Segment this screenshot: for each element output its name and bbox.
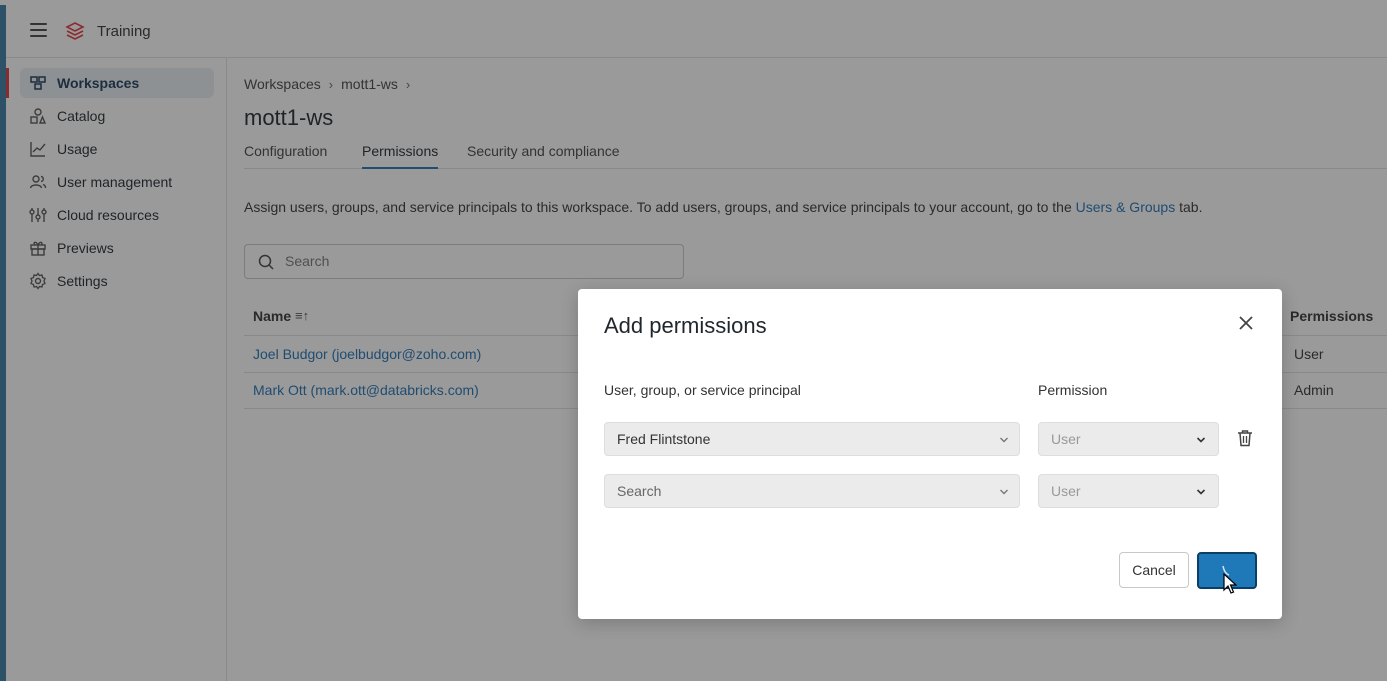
mouse-cursor-icon — [1223, 573, 1237, 594]
principal-select[interactable]: Fred Flintstone — [604, 422, 1020, 456]
permission-select-value: User — [1051, 483, 1081, 499]
permission-select-value: User — [1051, 431, 1081, 447]
chevron-down-icon — [1196, 489, 1206, 495]
principal-search-select[interactable]: Search — [604, 474, 1020, 508]
add-button-loading[interactable] — [1197, 552, 1257, 594]
trash-icon[interactable] — [1237, 429, 1253, 447]
add-permissions-dialog: Add permissions User, group, or service … — [578, 289, 1282, 619]
app-root: Training Workspaces Catalog Usage User m… — [0, 0, 1387, 681]
dialog-title: Add permissions — [604, 313, 767, 338]
principal-select-value: Fred Flintstone — [617, 431, 711, 447]
chevron-down-icon — [1000, 489, 1008, 495]
cancel-button[interactable]: Cancel — [1119, 552, 1189, 588]
principal-search-placeholder: Search — [617, 483, 662, 499]
permission-select[interactable]: User — [1038, 474, 1219, 508]
permission-column-label: Permission — [1038, 382, 1108, 398]
chevron-down-icon — [1000, 437, 1008, 443]
permission-select[interactable]: User — [1038, 422, 1219, 456]
close-icon[interactable] — [1238, 315, 1254, 331]
chevron-down-icon — [1196, 437, 1206, 443]
principal-column-label: User, group, or service principal — [604, 382, 801, 398]
